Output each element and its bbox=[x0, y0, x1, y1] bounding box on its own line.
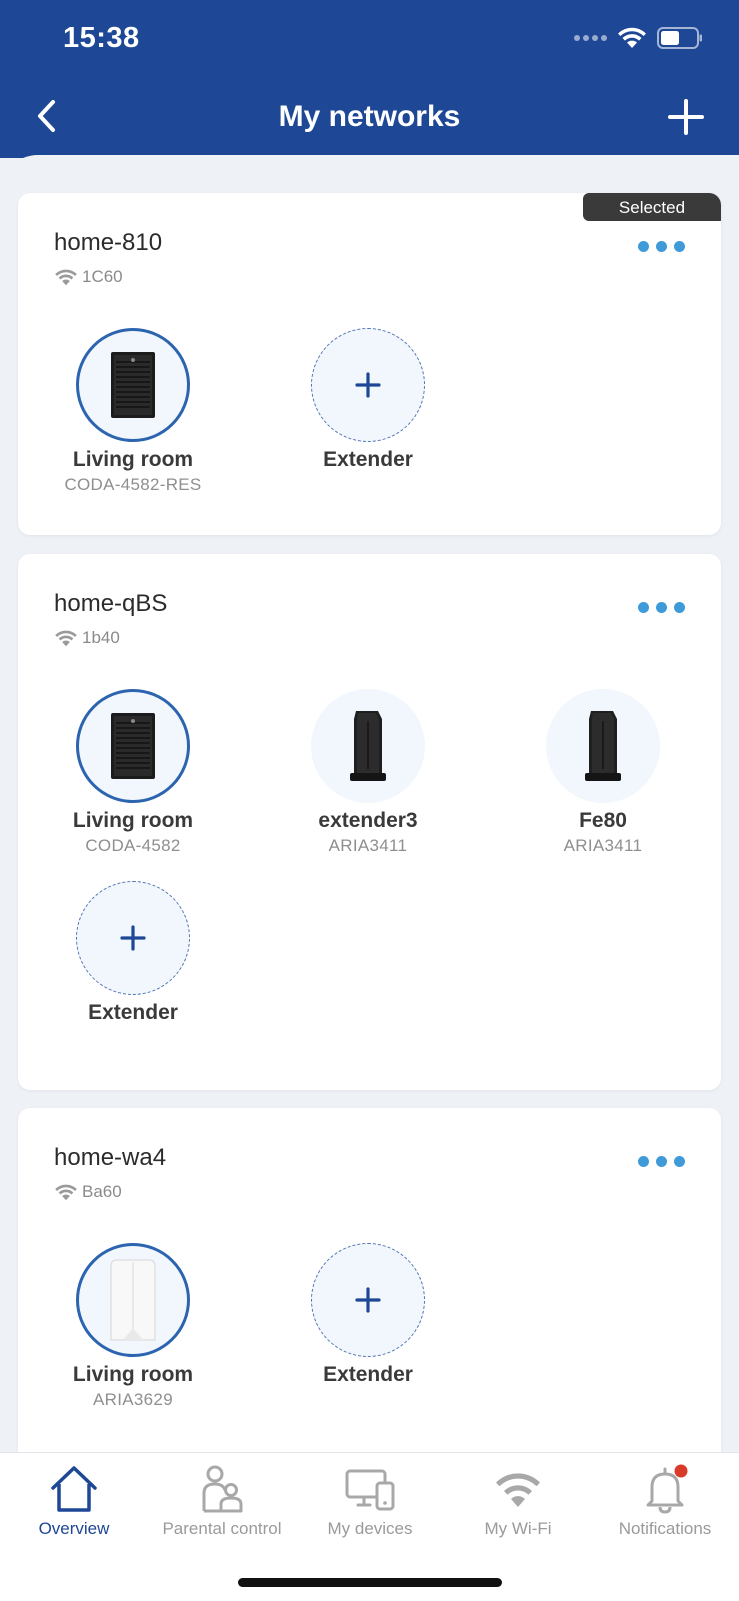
node-model: CODA-4582 bbox=[85, 836, 181, 855]
node-model: ARIA3411 bbox=[563, 836, 643, 855]
router-black-icon bbox=[111, 713, 155, 779]
network-name: home-wa4 bbox=[54, 1144, 167, 1171]
add-extender-circle[interactable] bbox=[76, 881, 190, 995]
tab-my-devices[interactable]: My devices bbox=[296, 1463, 444, 1539]
plus-icon bbox=[355, 372, 381, 398]
wifi-id-text: Ba60 bbox=[82, 1182, 122, 1201]
node-label: Extender bbox=[323, 1363, 413, 1386]
dot bbox=[638, 602, 649, 613]
app-header: 15:38 My networks bbox=[0, 0, 739, 158]
selected-badge: Selected bbox=[583, 193, 721, 221]
node-label: extender3 bbox=[318, 809, 418, 832]
status-icons bbox=[574, 27, 703, 49]
devices-icon bbox=[345, 1469, 395, 1511]
wifi-icon bbox=[55, 1184, 77, 1200]
network-card-home-wa4[interactable]: home-wa4 Ba60 Living room ARIA3629 Exten… bbox=[18, 1108, 721, 1468]
dot bbox=[674, 241, 685, 252]
battery-icon bbox=[657, 27, 702, 49]
node-fe80[interactable]: Fe80 ARIA3411 bbox=[503, 689, 703, 856]
node-circle[interactable] bbox=[76, 689, 190, 803]
dot bbox=[656, 241, 667, 252]
tab-label: Notifications bbox=[618, 1519, 712, 1538]
add-extender-button[interactable]: Extender bbox=[268, 328, 468, 472]
home-icon bbox=[51, 1466, 97, 1512]
node-label: Living room bbox=[72, 448, 194, 471]
dot bbox=[638, 1156, 649, 1167]
wifi-icon bbox=[55, 630, 77, 646]
dot bbox=[674, 1156, 685, 1167]
network-wifi-id: Ba60 bbox=[54, 1182, 122, 1202]
notification-badge bbox=[674, 1464, 688, 1478]
node-circle[interactable] bbox=[76, 1243, 190, 1357]
extender-black-icon bbox=[350, 711, 386, 781]
node-living-room[interactable]: Living room CODA-4582 bbox=[33, 689, 233, 856]
add-extender-circle[interactable] bbox=[311, 328, 425, 442]
dot bbox=[638, 241, 649, 252]
node-label: Living room bbox=[72, 1363, 194, 1386]
plus-icon bbox=[120, 925, 146, 951]
home-indicator bbox=[238, 1578, 502, 1587]
node-extender3[interactable]: extender3 ARIA3411 bbox=[268, 689, 468, 856]
node-model: CODA-4582-RES bbox=[64, 475, 202, 494]
more-options-button[interactable] bbox=[638, 237, 685, 256]
tab-my-wifi[interactable]: My Wi-Fi bbox=[444, 1463, 592, 1539]
extender-black-icon bbox=[585, 711, 621, 781]
node-living-room[interactable]: Living room ARIA3629 bbox=[33, 1243, 233, 1410]
node-circle[interactable] bbox=[311, 689, 425, 803]
node-label: Extender bbox=[88, 1001, 178, 1024]
network-name: home-810 bbox=[54, 229, 163, 256]
status-time: 15:38 bbox=[63, 22, 140, 54]
node-circle[interactable] bbox=[76, 328, 190, 442]
wifi-icon bbox=[55, 269, 77, 285]
node-living-room[interactable]: Living room CODA-4582-RES bbox=[33, 328, 233, 495]
wifi-id-text: 1C60 bbox=[82, 267, 123, 286]
router-black-icon bbox=[111, 352, 155, 418]
more-options-button[interactable] bbox=[638, 598, 685, 617]
add-extender-button[interactable]: Extender bbox=[33, 881, 233, 1025]
node-label: Fe80 bbox=[579, 809, 627, 832]
dot bbox=[656, 602, 667, 613]
network-name: home-qBS bbox=[54, 590, 168, 617]
cellular-signal-icon bbox=[574, 35, 607, 41]
tab-label: My devices bbox=[327, 1519, 413, 1538]
wifi-id-text: 1b40 bbox=[82, 628, 120, 647]
more-options-button[interactable] bbox=[638, 1152, 685, 1171]
add-extender-button[interactable]: Extender bbox=[268, 1243, 468, 1387]
network-wifi-id: 1C60 bbox=[54, 267, 123, 287]
network-card-home-810[interactable]: Selected home-810 1C60 Living room CODA-… bbox=[18, 193, 721, 535]
tab-overview[interactable]: Overview bbox=[0, 1463, 148, 1539]
node-circle[interactable] bbox=[546, 689, 660, 803]
router-white-icon bbox=[110, 1259, 156, 1341]
page-title: My networks bbox=[278, 100, 461, 133]
family-icon bbox=[202, 1465, 243, 1513]
tab-label: Parental control bbox=[162, 1519, 282, 1538]
node-label: Living room bbox=[72, 809, 194, 832]
tab-label: My Wi-Fi bbox=[484, 1519, 552, 1538]
wifi-status-icon bbox=[618, 27, 646, 48]
plus-icon bbox=[355, 1287, 381, 1313]
node-model: ARIA3411 bbox=[328, 836, 408, 855]
node-model: ARIA3629 bbox=[93, 1390, 173, 1409]
add-extender-circle[interactable] bbox=[311, 1243, 425, 1357]
dot bbox=[674, 602, 685, 613]
bell-icon bbox=[646, 1464, 688, 1514]
plus-icon bbox=[668, 99, 704, 135]
network-card-home-qBS[interactable]: home-qBS 1b40 Living room CODA-4582 exte… bbox=[18, 554, 721, 1090]
node-label: Extender bbox=[323, 448, 413, 471]
wifi-icon bbox=[496, 1473, 540, 1507]
tab-notifications[interactable]: Notifications bbox=[591, 1463, 739, 1539]
tab-parental-control[interactable]: Parental control bbox=[148, 1463, 296, 1539]
dot bbox=[656, 1156, 667, 1167]
tab-label: Overview bbox=[38, 1519, 110, 1538]
network-wifi-id: 1b40 bbox=[54, 628, 120, 648]
add-network-button[interactable] bbox=[667, 98, 705, 136]
content-sheet-edge bbox=[0, 155, 739, 195]
